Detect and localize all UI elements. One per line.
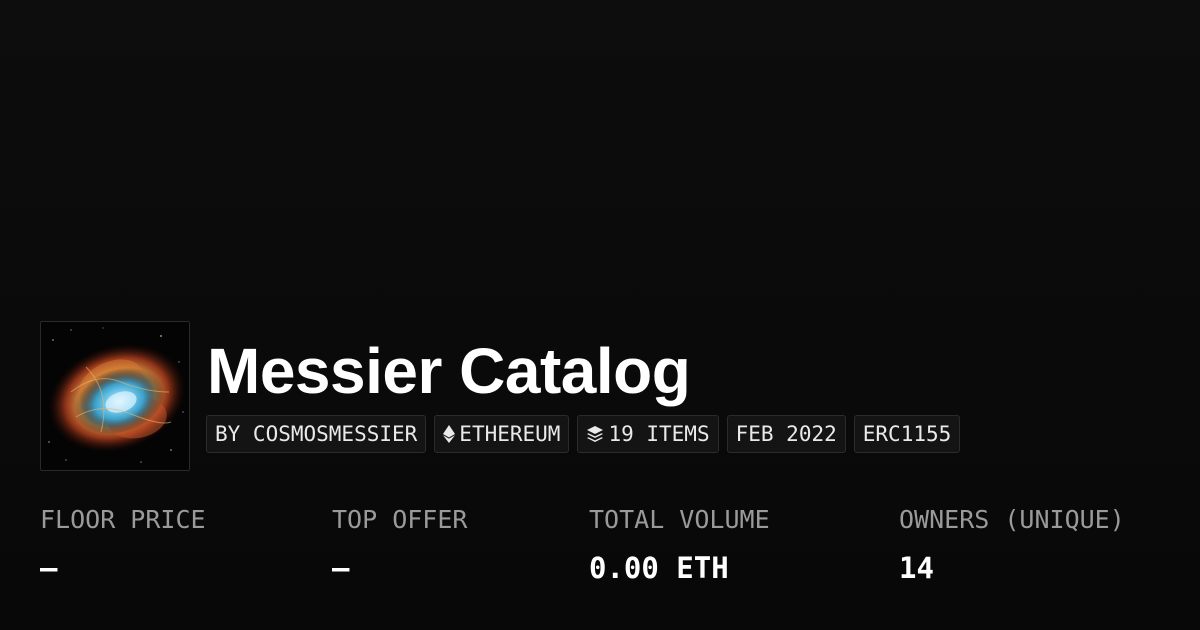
total-volume-label: TOTAL VOLUME: [589, 505, 770, 534]
date-pill: FEB 2022: [726, 415, 846, 453]
top-offer-value: –: [332, 551, 350, 585]
collection-title: Messier Catalog: [207, 335, 691, 407]
items-label: 19 ITEMS: [608, 422, 710, 446]
chain-label: ETHEREUM: [459, 422, 561, 446]
collection-stats: FLOOR PRICE – TOP OFFER – TOTAL VOLUME 0…: [0, 500, 1200, 610]
floor-price-stat: FLOOR PRICE –: [40, 500, 206, 596]
standard-label: ERC1155: [862, 422, 952, 446]
collection-card: Messier Catalog BY COSMOSMESSIER ETHEREU…: [0, 0, 1200, 630]
top-offer-stat: TOP OFFER –: [332, 500, 467, 596]
layers-icon: [586, 425, 604, 443]
ethereum-icon: [443, 425, 456, 443]
creator-pill[interactable]: BY COSMOSMESSIER: [206, 415, 427, 453]
collection-thumbnail: [40, 321, 190, 471]
owners-value: 14: [899, 551, 934, 585]
items-pill: 19 ITEMS: [577, 415, 719, 453]
creator-label: BY COSMOSMESSIER: [215, 422, 418, 446]
total-volume-value: 0.00 ETH: [589, 551, 729, 585]
standard-pill: ERC1155: [853, 415, 961, 453]
floor-price-label: FLOOR PRICE: [40, 505, 206, 534]
chain-pill: ETHEREUM: [434, 415, 570, 453]
crab-nebula-image: [41, 322, 189, 470]
date-label: FEB 2022: [735, 422, 837, 446]
collection-meta-pills: BY COSMOSMESSIER ETHEREUM 19 ITEMS FEB 2…: [206, 415, 961, 453]
top-offer-label: TOP OFFER: [332, 505, 468, 534]
floor-price-value: –: [40, 551, 58, 585]
owners-label: OWNERS (UNIQUE): [899, 505, 1125, 534]
owners-stat: OWNERS (UNIQUE) 14: [899, 500, 1125, 596]
total-volume-stat: TOTAL VOLUME 0.00 ETH: [589, 500, 770, 596]
